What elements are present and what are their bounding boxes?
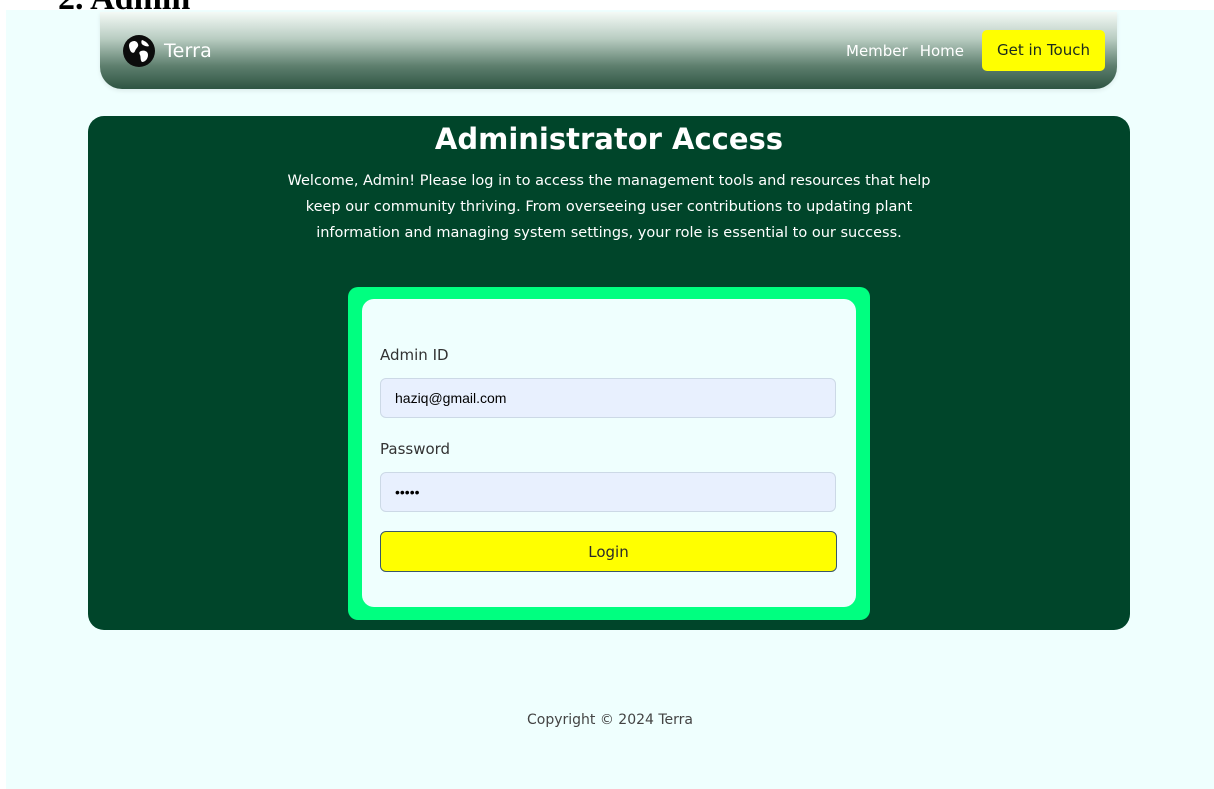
password-label: Password [380,440,451,458]
admin-access-section: Administrator Access Welcome, Admin! Ple… [88,116,1130,630]
admin-id-label: Admin ID [380,346,449,364]
login-button[interactable]: Login [380,531,837,572]
login-form-frame: Admin ID Password Login [348,287,870,620]
globe-icon [123,35,155,67]
navbar: Terra Member Home Get in Touch [100,12,1117,89]
nav-links: Member Home Get in Touch [846,30,1105,71]
page-title: Administrator Access [434,122,784,156]
brand-logo[interactable]: Terra [122,34,212,68]
nav-link-member[interactable]: Member [846,42,908,60]
footer-copyright: Copyright © 2024 Terra [526,712,694,728]
get-in-touch-button[interactable]: Get in Touch [982,30,1105,71]
brand-name: Terra [164,40,212,62]
login-form: Admin ID Password Login [362,299,856,607]
password-input[interactable] [380,472,836,512]
nav-link-home[interactable]: Home [920,42,964,60]
page: Terra Member Home Get in Touch Administr… [6,10,1214,789]
admin-id-input[interactable] [380,378,836,418]
intro-text: Welcome, Admin! Please log in to access … [287,173,931,241]
